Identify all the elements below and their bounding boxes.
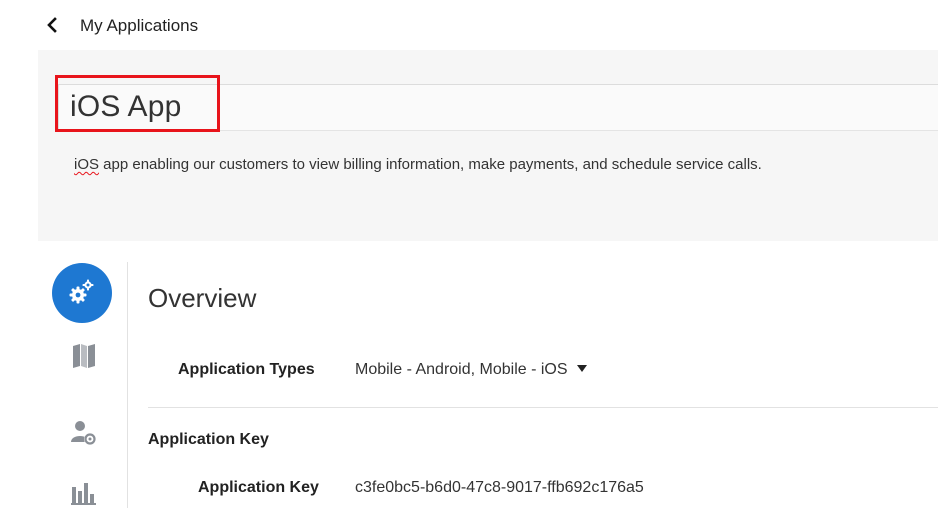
back-link[interactable]: My Applications <box>80 16 198 36</box>
back-arrow-icon[interactable] <box>44 16 62 34</box>
application-types-select[interactable]: Mobile - Android, Mobile - iOS <box>355 361 587 379</box>
application-types-label: Application Types <box>178 361 315 378</box>
section-title: Overview <box>148 283 257 313</box>
caret-down-icon <box>576 365 587 372</box>
app-description[interactable]: iOS app enabling our customers to view b… <box>74 156 762 173</box>
bar-chart-icon[interactable] <box>71 481 97 505</box>
user-settings-icon[interactable] <box>70 419 98 447</box>
gears-icon <box>69 279 94 304</box>
application-types-value: Mobile - Android, Mobile - iOS <box>355 361 568 378</box>
app-header-panel: iOS App iOS app enabling our customers t… <box>38 50 938 241</box>
spellcheck-word: iOS <box>74 156 100 173</box>
application-key-value[interactable]: c3fe0bc5-b6d0-47c8-9017-ffb692c176a5 <box>355 479 644 497</box>
section-divider <box>148 407 938 408</box>
map-icon[interactable] <box>72 343 96 369</box>
sidebar <box>38 241 128 508</box>
overview-panel: Overview Application Types Mobile - Andr… <box>128 241 938 508</box>
application-key-heading: Application Key <box>148 431 269 448</box>
sidebar-item-overview[interactable] <box>52 263 112 323</box>
top-bar: My Applications <box>38 0 938 50</box>
application-key-label: Application Key <box>198 479 319 496</box>
app-description-text: app enabling our customers to view billi… <box>99 156 762 173</box>
highlight-box <box>55 75 220 132</box>
